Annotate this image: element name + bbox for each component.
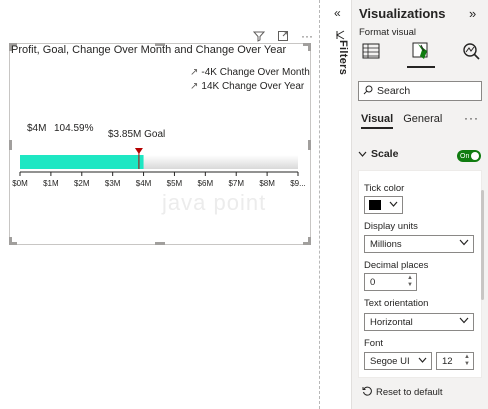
font-size-stepper[interactable]: 12 ▲ ▼ [436,352,474,370]
chevron-down-icon [459,316,469,327]
x-tick-label: $6M [198,179,214,188]
expand-pane-icon[interactable]: » [469,6,476,21]
pane-scrollbar[interactable] [481,190,484,300]
trend-arrow-icon: ↗ [190,67,199,78]
chevron-down-icon [418,355,427,366]
analytics-button[interactable] [457,40,485,66]
tab-visual[interactable]: Visual [361,113,394,129]
filters-label[interactable]: Filters [337,40,349,75]
format-brush-icon [412,41,430,66]
reset-label: Reset to default [376,387,443,398]
collapse-panes-icon[interactable]: « [334,6,341,20]
display-units-dropdown[interactable]: Millions [364,235,474,253]
percent-label: 104.59% [54,123,94,134]
pane-subtitle: Format visual [359,27,417,38]
visualizations-pane: Visualizations » Format visual Search Vi… [352,0,488,409]
font-label: Font [364,338,384,349]
gauge-chart: $0M $1M $2M $3M $4M $5M $6M $7M $8M $9... [12,148,306,188]
stepper-arrows-icon[interactable]: ▲ ▼ [464,354,470,368]
kpi-change-over-year: ↗ 14K Change Over Year [190,81,305,92]
gauge-value-bar [20,155,144,169]
build-visual-button[interactable] [357,40,385,66]
toggle-knob [471,152,479,160]
x-tick-label: $3M [105,179,121,188]
report-canvas: ··· Profit, Goal, Change Over Month and … [0,0,326,409]
x-tick-label: $8M [259,179,275,188]
more-options-icon[interactable]: ··· [300,29,314,43]
reset-icon [362,386,372,399]
display-units-label: Display units [364,221,418,232]
scale-section-label: Scale [371,148,399,160]
filters-strip[interactable]: « Filters [327,0,352,409]
trend-arrow-icon: ↗ [190,81,199,92]
build-visual-icon [362,43,380,64]
x-tick-label: $1M [43,179,59,188]
tick-color-picker[interactable] [364,196,403,214]
text-orientation-dropdown[interactable]: Horizontal [364,313,474,331]
decimal-places-label: Decimal places [364,260,429,271]
text-orientation-value: Horizontal [370,316,413,328]
visual-title: Profit, Goal, Change Over Month and Chan… [11,44,287,56]
resize-handle[interactable] [308,43,311,51]
format-tabs: Visual General [361,113,442,129]
visual-header: ··· [252,29,314,43]
chevron-down-icon [358,148,367,160]
pane-icon-row [355,40,487,68]
stepper-arrows-icon[interactable]: ▲ ▼ [407,275,413,289]
analytics-icon [462,42,480,65]
search-input[interactable]: Search [358,81,482,101]
kpi-change-over-month: ↗ -4K Change Over Month [190,67,310,78]
tick-color-label: Tick color [364,183,405,194]
search-icon [363,85,373,98]
x-tick-label: $4M [136,179,152,188]
goal-label: $3.85M Goal [108,129,166,140]
search-placeholder: Search [377,85,411,97]
focus-mode-icon[interactable] [276,29,290,43]
decimal-places-value: 0 [370,276,376,288]
color-swatch [369,200,381,210]
chevron-down-icon [389,199,398,210]
tab-general[interactable]: General [403,113,442,129]
scale-toggle[interactable]: On [457,150,481,162]
pane-divider [319,0,320,409]
x-tick-label: $5M [167,179,183,188]
chevron-down-icon [459,238,469,249]
font-family-dropdown[interactable]: Segoe UI [364,352,432,370]
x-tick-label: $9... [290,179,306,188]
reset-to-default-button[interactable]: Reset to default [362,386,443,399]
decimal-places-stepper[interactable]: 0 ▲ ▼ [364,273,417,291]
x-tick-label: $2M [74,179,90,188]
pane-title: Visualizations [359,6,446,21]
font-family-value: Segoe UI [370,355,410,367]
text-orientation-label: Text orientation [364,298,429,309]
font-size-value: 12 [442,355,453,367]
format-visual-button[interactable] [407,40,435,68]
tabs-more-icon[interactable]: ··· [464,111,479,125]
goal-marker [134,148,143,154]
x-tick-label: $0M [12,179,28,188]
x-tick-label: $7M [228,179,244,188]
filter-icon[interactable] [252,29,266,43]
display-units-value: Millions [370,238,402,250]
value-label: $4M [27,123,47,134]
toggle-label: On [460,152,470,160]
